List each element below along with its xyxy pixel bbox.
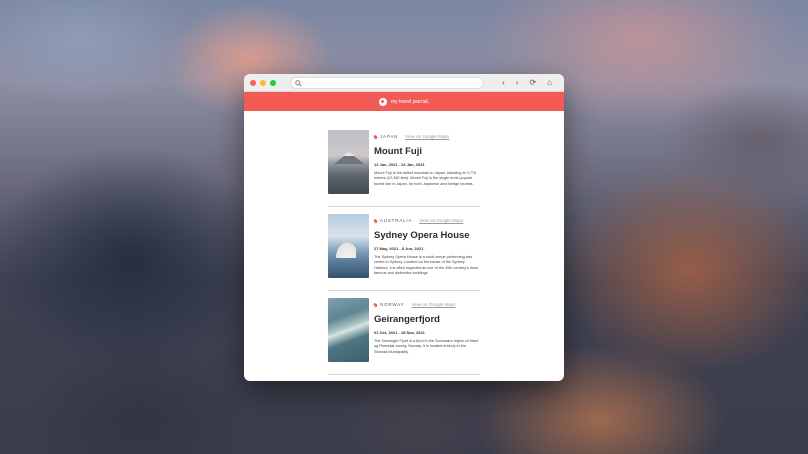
- minimize-window-button[interactable]: [260, 79, 266, 86]
- browser-window: ‹ › ⟳ ⌂ my travel journal. JAPAN View on…: [244, 74, 564, 381]
- entry-dates: 01 Oct, 2021 - 18 Nov, 2021: [374, 330, 425, 335]
- google-maps-link[interactable]: View on Google Maps: [405, 134, 449, 139]
- location-pin-icon: [373, 302, 378, 307]
- journal-entry: AUSTRALIA View on Google Maps Sydney Ope…: [328, 214, 480, 291]
- entry-title: Sydney Opera House: [374, 230, 470, 241]
- journal-entry: NORWAY View on Google Maps Geirangerfjor…: [328, 298, 480, 375]
- google-maps-link[interactable]: View on Google Maps: [411, 302, 455, 307]
- entry-photo: [328, 214, 369, 278]
- globe-icon: [378, 97, 387, 106]
- journal-entries: JAPAN View on Google Maps Mount Fuji 12 …: [328, 130, 480, 381]
- maximize-window-button[interactable]: [270, 79, 276, 86]
- home-icon[interactable]: ⌂: [547, 78, 552, 87]
- forward-button[interactable]: ›: [516, 78, 519, 87]
- entry-country: JAPAN: [380, 134, 399, 139]
- entry-photo: [328, 298, 369, 362]
- journal-entry: JAPAN View on Google Maps Mount Fuji 12 …: [328, 130, 480, 207]
- close-window-button[interactable]: [250, 79, 256, 86]
- entry-description: The Geiranger Fjord is a fjord in the Su…: [374, 339, 479, 354]
- search-icon: [295, 74, 302, 92]
- entry-description: The Sydney Opera House is a multi-venue …: [374, 255, 478, 275]
- back-button[interactable]: ‹: [502, 78, 505, 87]
- entry-title: Mount Fuji: [374, 146, 423, 157]
- entry-country: NORWAY: [380, 302, 405, 307]
- entry-country: AUSTRALIA: [380, 218, 413, 223]
- app-header: my travel journal.: [244, 92, 564, 111]
- browser-titlebar: ‹ › ⟳ ⌂: [244, 74, 564, 92]
- reload-icon[interactable]: ⟳: [529, 78, 536, 87]
- address-bar[interactable]: [290, 74, 484, 92]
- entry-title: Geirangerfjord: [374, 314, 440, 325]
- entry-dates: 12 Jan, 2021 - 24 Jan, 2021: [374, 162, 425, 167]
- location-pin-icon: [373, 218, 378, 223]
- google-maps-link[interactable]: View on Google Maps: [419, 218, 463, 223]
- location-pin-icon: [373, 134, 378, 139]
- app-brand: my travel journal.: [390, 98, 430, 105]
- entry-photo: [328, 130, 369, 194]
- entry-description: Mount Fuji is the tallest mountain in Ja…: [374, 171, 477, 186]
- entry-dates: 27 May, 2021 - 8 Jun, 2021: [374, 246, 424, 251]
